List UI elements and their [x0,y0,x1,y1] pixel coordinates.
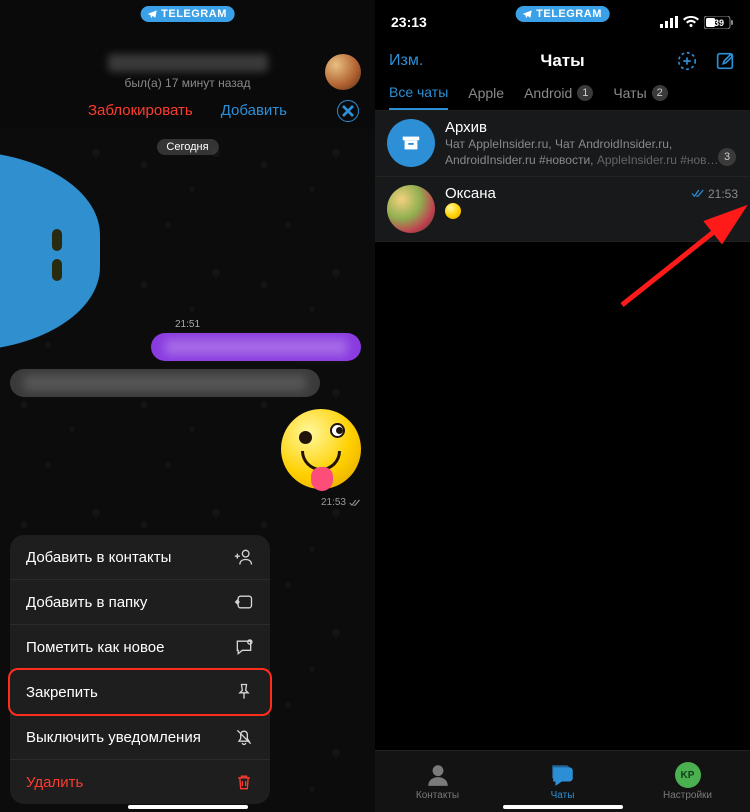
wifi-icon [683,16,699,28]
status-bar: 23:13 TELEGRAM 39 [375,0,750,44]
profile-avatar: KP [675,762,701,788]
contact-avatar[interactable] [325,54,361,90]
zany-face-icon [281,409,361,489]
cellular-icon [660,16,678,28]
archive-title: Архив [445,119,487,136]
archive-icon [387,119,435,167]
tab-settings[interactable]: KP Настройки [625,751,750,812]
close-button[interactable] [337,100,359,122]
edit-button[interactable]: Изм. [389,52,423,70]
contacts-icon [425,762,451,788]
tab-android-badge: 1 [577,85,593,101]
chat-bubble-icon [234,637,254,657]
menu-add-folder[interactable]: Добавить в папку [10,580,270,625]
telegram-pill[interactable]: TELEGRAM [140,6,235,22]
chat-list[interactable]: Архив Чат AppleInsider.ru, Чат AndroidIn… [375,111,750,242]
folder-icon [234,592,254,612]
chat-header: был(а) 17 минут назад [0,54,375,90]
tab-android[interactable]: Android1 [524,85,593,109]
right-phone-screen: 23:13 TELEGRAM 39 Изм. Чаты Все чаты App… [375,0,750,812]
telegram-icon [521,9,532,20]
tab-bar: Контакты Чаты KP Настройки [375,750,750,812]
message-time-1: 21:51 [175,319,200,330]
nav-header: Изм. Чаты [375,44,750,80]
archive-row[interactable]: Архив Чат AppleInsider.ru, Чат AndroidIn… [375,111,750,177]
outgoing-message-blurred[interactable] [151,333,361,361]
pin-icon [722,214,736,228]
tab-chats-badge: 2 [652,85,668,101]
home-indicator[interactable] [128,805,248,809]
date-separator: Сегодня [156,139,218,155]
add-contact-icon [234,547,254,567]
header-actions: Заблокировать Добавить [0,102,375,119]
incoming-message-blurred[interactable] [10,369,320,397]
block-button[interactable]: Заблокировать [88,102,193,119]
pin-icon [234,682,254,702]
page-title: Чаты [540,51,584,71]
compose-icon[interactable] [714,50,736,72]
folder-tabs: Все чаты Apple Android1 Чаты2 [375,80,750,111]
bell-off-icon [234,727,254,747]
svg-text:39: 39 [714,18,724,28]
menu-pin[interactable]: Закрепить [10,670,270,715]
contact-name-blurred [108,54,268,72]
chat-context-menu: Добавить в контакты Добавить в папку Пом… [10,535,270,804]
add-button[interactable]: Добавить [221,102,287,119]
sticker-zany-face[interactable] [281,409,361,489]
tab-apple[interactable]: Apple [468,85,504,109]
zany-face-icon [445,203,461,219]
menu-add-contact[interactable]: Добавить в контакты [10,535,270,580]
read-checkmarks-icon [691,189,705,198]
telegram-icon [146,9,157,20]
new-chat-circle-icon[interactable] [676,50,698,72]
chat-time: 21:53 [691,187,738,201]
chat-row-oksana[interactable]: Оксана 21:53 [375,177,750,242]
left-phone-screen: TELEGRAM был(а) 17 минут назад Заблокиро… [0,0,375,812]
tab-contacts[interactable]: Контакты [375,751,500,812]
tab-all-chats[interactable]: Все чаты [389,84,448,110]
home-indicator[interactable] [503,805,623,809]
menu-mute[interactable]: Выключить уведомления [10,715,270,760]
battery-icon: 39 [704,16,734,29]
chat-avatar [387,185,435,233]
message-time-2: 21:53 [321,497,361,508]
telegram-pill-label: TELEGRAM [161,8,227,20]
chats-icon [550,762,576,788]
archive-subtitle: Чат AppleInsider.ru, Чат AndroidInsider.… [445,137,738,168]
status-time: 23:13 [391,14,427,30]
close-icon [338,101,358,121]
last-seen-label: был(а) 17 минут назад [125,76,251,90]
pinned-indicator [722,214,736,233]
menu-mark-new[interactable]: Пометить как новое [10,625,270,670]
trash-icon [234,772,254,792]
chat-title: Оксана [445,185,496,202]
telegram-pill[interactable]: TELEGRAM [515,6,610,22]
tab-chats[interactable]: Чаты [500,751,625,812]
read-checkmarks-icon [349,499,361,507]
tab-chats[interactable]: Чаты2 [613,85,667,109]
menu-delete[interactable]: Удалить [10,760,270,804]
chat-preview [445,203,738,219]
